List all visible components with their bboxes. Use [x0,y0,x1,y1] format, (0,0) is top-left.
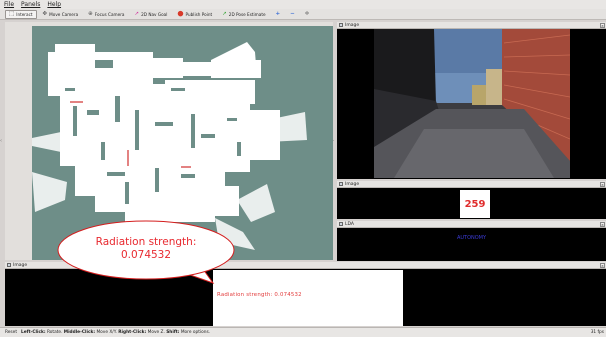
camera-image-panel: Image × [337,22,606,179]
menu-bar: File Panels Help [0,0,606,9]
move-icon: ✥ [42,10,48,17]
occupancy-map [32,26,333,260]
left-click-key: Left-Click: [21,330,46,335]
left-splitter-handle[interactable]: ‹ [0,138,2,144]
middle-click-text: Move X/Y. [96,330,117,335]
nav-goal-label: 2D Nav Goal [141,11,168,17]
image-panel-icon [339,222,343,226]
counter-image-panel-label: Image [345,181,360,187]
lda-panel-title: LDA × [337,221,606,228]
location-pin-icon: ⬤ [177,10,184,17]
pose-estimate-label: 2D Pose Estimate [228,11,266,17]
focus-icon: ⊕ [88,10,93,17]
pink-arrow-icon: ➚ [134,10,140,17]
image-panel-icon [339,182,343,186]
tool-properties-button[interactable]: ✛ [301,10,314,19]
camera-image-panel-label: Image [345,22,360,28]
callout-text: Radiation strength: 0.074532 [68,236,224,262]
map-view[interactable] [5,22,333,260]
green-arrow-icon: ➚ [222,10,227,17]
status-bar: Reset Left-Click: Rotate. Middle-Click: … [0,327,606,337]
move-camera-label: Move Camera [49,11,79,17]
callout-line-1: Radiation strength: [95,236,197,248]
right-click-text: Move Z. [147,330,165,335]
minus-icon: − [290,10,295,17]
right-click-key: Right-Click: [118,330,147,335]
panel-close-button[interactable]: × [600,23,605,28]
radiation-image-panel-title: Image × [5,262,606,269]
callout-line-2: 0.074532 [120,249,172,261]
add-tool-button[interactable]: + [272,10,285,19]
camera-feed [374,29,570,178]
cursor-icon: ⬚ [9,10,15,17]
focus-camera-label: Focus Camera [94,11,125,17]
reset-button[interactable]: Reset [5,330,17,335]
move-camera-tool[interactable]: ✥ Move Camera [39,10,83,19]
nav-goal-tool[interactable]: ➚ 2D Nav Goal [131,10,172,19]
publish-point-label: Publish Point [185,11,213,17]
shift-text: More options. [180,330,211,335]
interact-label: Interact [16,11,33,17]
radiation-label: Radiation strength: 0.074532 [217,292,302,298]
left-click-text: Rotate. [46,330,63,335]
counter-value: 259 [460,190,490,218]
publish-point-tool[interactable]: ⬤ Publish Point [173,10,216,19]
panel-close-button[interactable]: × [600,263,605,268]
menu-panels[interactable]: Panels [21,1,40,8]
image-panel-icon [7,263,11,267]
middle-click-key: Middle-Click: [63,330,96,335]
toolbar: ⬚ Interact ✥ Move Camera ⊕ Focus Camera … [0,9,606,20]
shift-key: Shift: [166,330,180,335]
image-panel-icon [339,23,343,27]
panel-close-button[interactable]: × [600,182,605,187]
radiation-image: Radiation strength: 0.074532 [213,270,403,326]
menu-help[interactable]: Help [47,1,61,8]
menu-file[interactable]: File [4,1,14,8]
target-icon: ✛ [304,10,310,17]
counter-image-panel-title: Image × [337,181,606,188]
camera-image-panel-title: Image × [337,22,606,29]
pose-estimate-tool[interactable]: ➚ 2D Pose Estimate [218,10,269,19]
panel-close-button[interactable]: × [600,222,605,227]
interact-tool[interactable]: ⬚ Interact [5,9,37,19]
radiation-image-panel-label: Image [13,262,28,268]
remove-tool-button[interactable]: − [286,10,299,19]
lda-panel-label: LDA [345,221,354,227]
focus-camera-tool[interactable]: ⊕ Focus Camera [84,10,128,19]
fps-readout: 31 fps [590,330,604,335]
lda-status-text: AUTONOMY [456,235,487,241]
plus-icon: + [275,10,281,17]
lda-panel: LDA × AUTONOMY [337,221,606,261]
